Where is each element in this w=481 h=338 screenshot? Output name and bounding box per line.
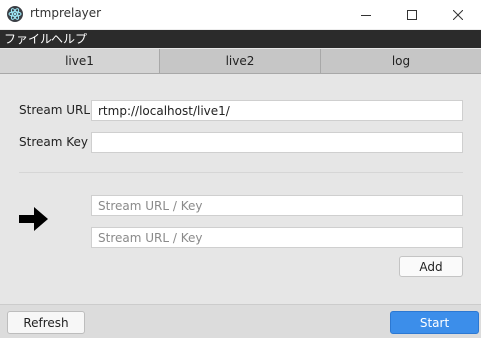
minimize-button[interactable] (343, 0, 389, 29)
tab-live1[interactable]: live1 (0, 49, 160, 73)
stream-key-input[interactable] (91, 132, 463, 153)
maximize-button[interactable] (389, 0, 435, 29)
title-bar: rtmprelayer (0, 0, 481, 30)
stream-key-label: Stream Key (19, 135, 88, 149)
relay-target-input-2[interactable] (91, 227, 463, 248)
menu-bar: ファイル ヘルプ (0, 30, 481, 48)
stream-url-label: Stream URL (19, 103, 91, 117)
tab-log[interactable]: log (321, 49, 481, 73)
minimize-icon (361, 14, 371, 16)
menu-help[interactable]: ヘルプ (51, 32, 87, 46)
add-button[interactable]: Add (399, 256, 463, 277)
arrow-right-icon (19, 207, 48, 231)
relay-target-input-1[interactable] (91, 195, 463, 216)
window-title: rtmprelayer (30, 6, 102, 20)
maximize-icon (407, 9, 417, 20)
tab-live2[interactable]: live2 (160, 49, 321, 73)
start-button[interactable]: Start (390, 311, 479, 334)
refresh-button[interactable]: Refresh (7, 311, 85, 334)
stream-url-input[interactable] (91, 100, 463, 121)
menu-file[interactable]: ファイル (4, 32, 52, 46)
section-divider (19, 172, 463, 173)
close-icon (453, 9, 463, 20)
close-button[interactable] (435, 0, 481, 29)
tab-bar: live1 live2 log (0, 49, 481, 74)
electron-icon (7, 6, 23, 22)
